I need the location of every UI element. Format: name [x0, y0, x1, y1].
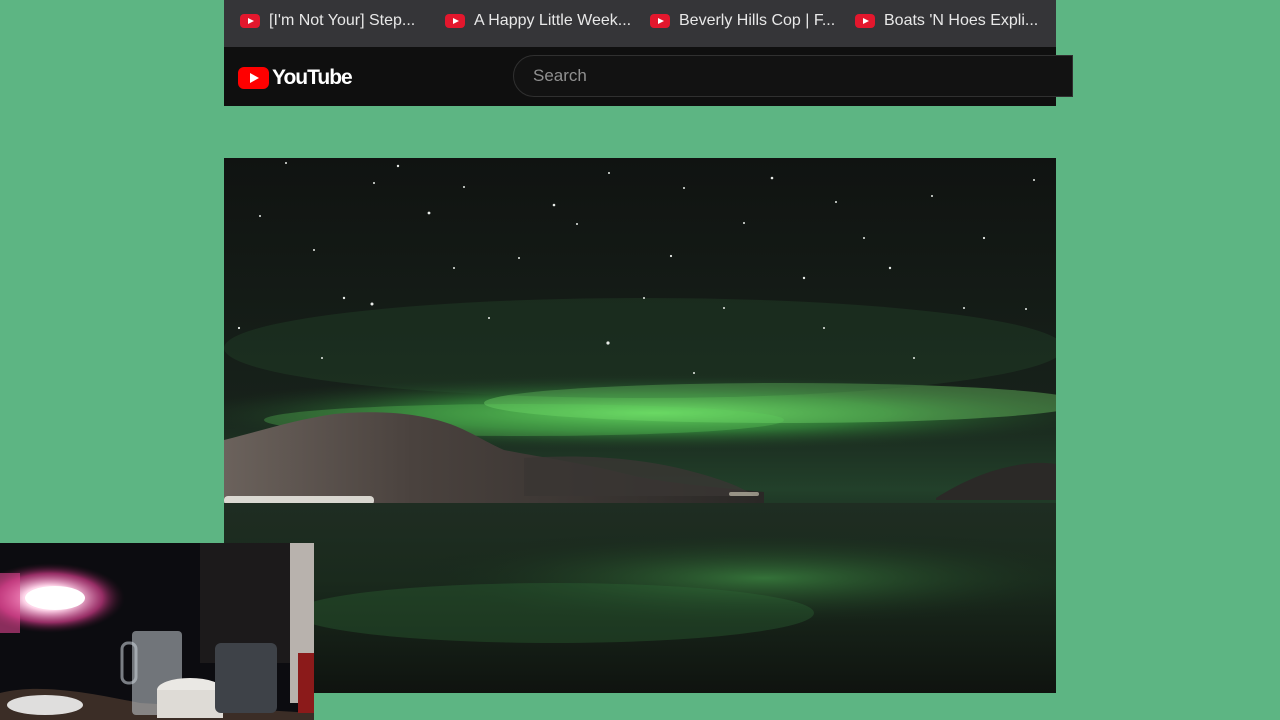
youtube-play-icon: [238, 67, 269, 89]
webcam-overlay: [0, 543, 314, 720]
youtube-icon: [650, 14, 670, 28]
bookmarks-bar: [I'm Not Your] Step... A Happy Little We…: [224, 0, 1056, 47]
bookmark-1[interactable]: [I'm Not Your] Step...: [240, 0, 415, 42]
bookmark-3[interactable]: Beverly Hills Cop | F...: [650, 0, 835, 42]
aurora-video-frame: [224, 158, 1056, 693]
webcam-feed: [0, 543, 314, 720]
video-player[interactable]: [224, 158, 1056, 693]
bookmark-4[interactable]: Boats 'N Hoes Expli...: [855, 0, 1038, 42]
youtube-header: YouTube: [224, 47, 1073, 106]
logo-text: YouTube: [272, 66, 353, 89]
bookmark-2[interactable]: A Happy Little Week...: [445, 0, 631, 42]
bookmark-label: Boats 'N Hoes Expli...: [884, 12, 1039, 29]
youtube-icon: [445, 14, 465, 28]
bookmark-label: Beverly Hills Cop | F...: [679, 12, 836, 29]
search-input[interactable]: [531, 65, 1072, 87]
youtube-icon: [240, 14, 260, 28]
bookmark-label: A Happy Little Week...: [474, 12, 632, 29]
youtube-icon: [855, 14, 875, 28]
youtube-logo[interactable]: YouTube: [238, 66, 353, 90]
bookmark-label: [I'm Not Your] Step...: [269, 12, 416, 29]
search-box[interactable]: [513, 55, 1073, 97]
